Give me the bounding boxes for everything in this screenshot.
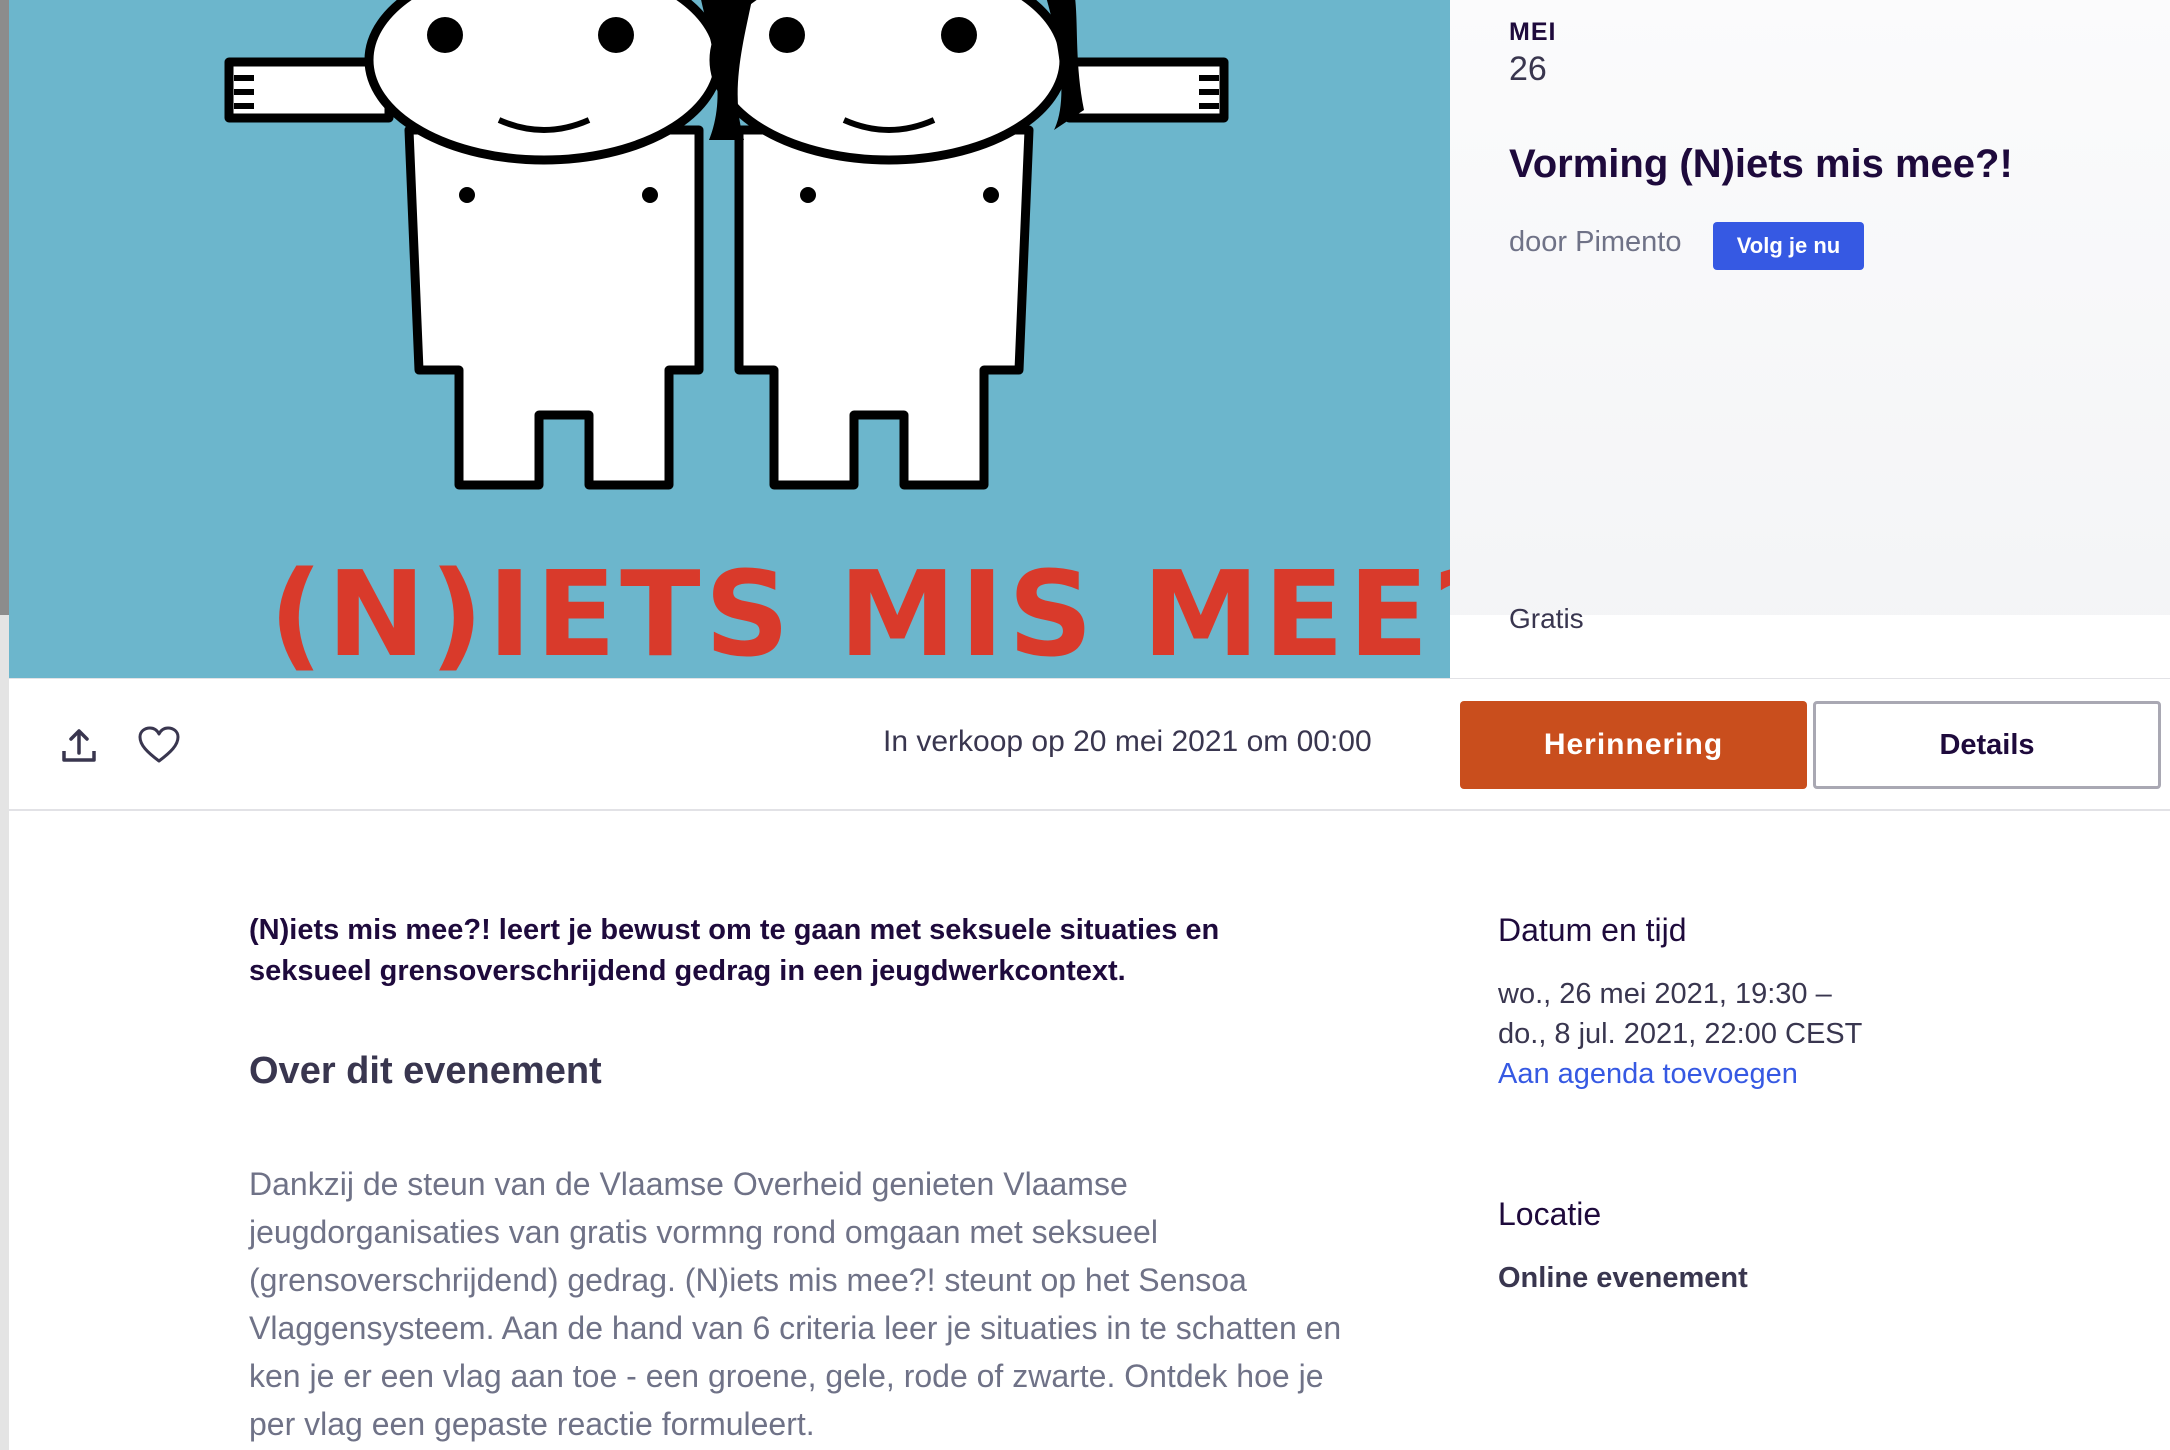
ticket-price: Gratis (1509, 603, 1584, 634)
heart-icon (138, 726, 180, 763)
datetime-start: wo., 26 mei 2021, 19:30 – (1498, 978, 1832, 1010)
share-button[interactable] (51, 717, 107, 773)
location-value: Online evenement (1498, 1262, 1748, 1294)
banner-title-text: (N)IETS MIS MEE?! (269, 545, 1450, 678)
event-banner-image: (N)IETS MIS MEE?! (9, 0, 1450, 678)
reminder-button[interactable]: Herinnering (1460, 701, 1807, 789)
like-button[interactable] (131, 717, 187, 773)
details-button[interactable]: Details (1813, 701, 2161, 789)
event-summary-panel: MEI 26 Vorming (N)iets mis mee?! door Pi… (1450, 0, 2170, 678)
event-summary-text: (N)iets mis mee?! leert je bewust om te … (249, 914, 1220, 987)
event-title: Vorming (N)iets mis mee?! (1509, 142, 2013, 186)
organizer-name: door Pimento (1509, 226, 1682, 258)
sale-start-text: In verkoop op 20 mei 2021 om 00:00 (883, 725, 1372, 758)
follow-button[interactable]: Volg je nu (1713, 222, 1864, 270)
add-to-calendar-link[interactable]: Aan agenda toevoegen (1498, 1058, 1798, 1091)
about-heading: Over dit evenement (249, 1050, 602, 1092)
datetime-end: do., 8 jul. 2021, 22:00 CEST (1498, 1018, 1863, 1050)
event-description: Dankzij de steun van de Vlaamse Overheid… (249, 1166, 1342, 1442)
event-date-day: 26 (1509, 50, 1547, 88)
datetime-heading: Datum en tijd (1498, 912, 1687, 948)
location-heading: Locatie (1498, 1196, 1602, 1232)
share-icon (62, 729, 96, 762)
event-date-month: MEI (1509, 18, 1557, 46)
window-edge (0, 0, 9, 1450)
action-bar: In verkoop op 20 mei 2021 om 00:00 Herin… (9, 678, 2170, 811)
